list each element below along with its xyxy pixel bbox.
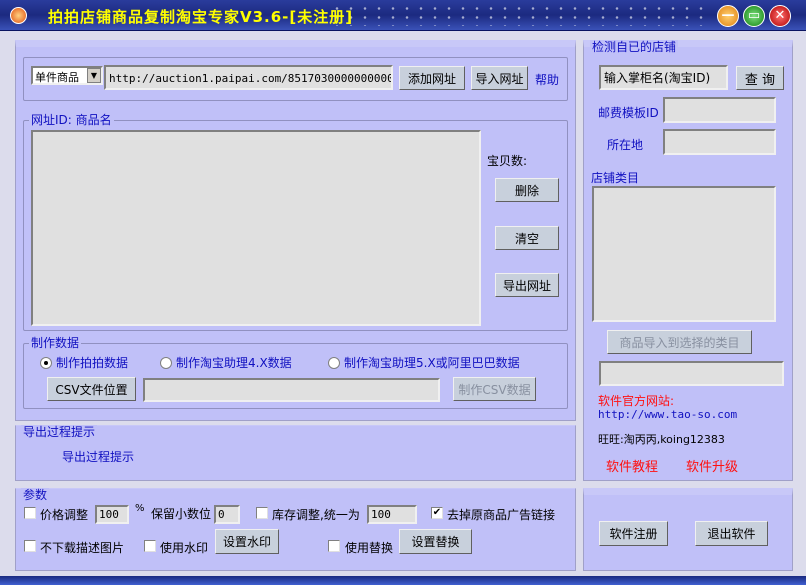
location-label: 所在地 (607, 138, 644, 152)
official-site-label: 软件官方网站: (598, 394, 675, 408)
use-watermark-label: 使用水印 (160, 541, 209, 555)
percent-label: % (135, 503, 145, 514)
status-input[interactable] (599, 361, 784, 386)
upgrade-link[interactable]: 软件升级 (686, 456, 738, 475)
url-list-label: 网址ID: 商品名 (29, 113, 114, 127)
set-watermark-button[interactable]: 设置水印 (215, 529, 279, 554)
radio-paipai[interactable]: 制作拍拍数据 (40, 354, 128, 371)
minimize-button[interactable]: — (717, 5, 739, 27)
delete-button[interactable]: 删除 (495, 178, 559, 202)
category-listbox[interactable] (592, 186, 776, 322)
export-progress-text: 导出过程提示 (62, 450, 135, 464)
no-download-images-label: 不下载描述图片 (40, 541, 125, 555)
wangwang-contact: 旺旺:淘丙丙,koing12383 (598, 433, 725, 446)
close-button[interactable]: ✕ (769, 5, 791, 27)
category-label: 店铺类目 (591, 171, 640, 185)
decimals-label: 保留小数位 (151, 507, 212, 521)
help-link[interactable]: 帮助 (535, 71, 559, 88)
app-icon (10, 7, 27, 24)
status-bar (0, 576, 806, 585)
clear-button[interactable]: 清空 (495, 226, 559, 250)
mode-select[interactable]: 单件商品 ▼ (31, 66, 103, 85)
postage-input[interactable] (663, 97, 776, 123)
use-replace-checkbox[interactable] (328, 540, 340, 552)
csv-path-input[interactable] (143, 378, 440, 402)
window-title: 拍拍店铺商品复制淘宝专家V3.6-[未注册] (48, 8, 354, 26)
no-download-images-checkbox[interactable] (24, 540, 36, 552)
register-button[interactable]: 软件注册 (599, 521, 668, 546)
query-button[interactable]: 查 询 (736, 66, 784, 90)
csv-location-button[interactable]: CSV文件位置 (47, 377, 136, 401)
title-bar: 拍拍店铺商品复制淘宝专家V3.6-[未注册] — ▭ ✕ (0, 0, 806, 31)
tutorial-link[interactable]: 软件教程 (606, 456, 658, 475)
price-adjust-checkbox[interactable] (24, 507, 36, 519)
import-url-button[interactable]: 导入网址 (471, 66, 528, 90)
chevron-down-icon[interactable]: ▼ (87, 68, 101, 83)
make-csv-button[interactable]: 制作CSV数据 (453, 377, 536, 401)
params-panel (15, 488, 576, 571)
params-label: 参数 (21, 488, 50, 502)
radio-taobao4[interactable]: 制作淘宝助理4.X数据 (160, 354, 292, 371)
stock-adjust-input[interactable]: 100 (367, 505, 417, 524)
make-data-label: 制作数据 (29, 336, 82, 350)
official-site-link[interactable]: http://www.tao-so.com (598, 408, 737, 421)
export-url-button[interactable]: 导出网址 (495, 273, 559, 297)
use-watermark-checkbox[interactable] (144, 540, 156, 552)
stock-adjust-checkbox[interactable] (256, 507, 268, 519)
decimals-input[interactable]: 0 (214, 505, 240, 524)
url-listbox[interactable] (31, 130, 481, 326)
maximize-button[interactable]: ▭ (743, 5, 765, 27)
shop-name-input[interactable]: 输入掌柜名(淘宝ID) (599, 65, 728, 90)
radio-taobao5[interactable]: 制作淘宝助理5.X或阿里巴巴数据 (328, 354, 520, 371)
postage-label: 邮费模板ID (598, 106, 659, 120)
location-input[interactable] (663, 129, 776, 155)
stock-adjust-label: 库存调整,统一为 (272, 508, 360, 522)
shop-check-label: 检测自已的店铺 (590, 40, 679, 54)
price-adjust-input[interactable]: 100 (95, 505, 129, 524)
export-progress-label: 导出过程提示 (21, 425, 98, 439)
item-count-label: 宝贝数: (487, 154, 528, 168)
use-replace-label: 使用替换 (345, 541, 394, 555)
set-replace-button[interactable]: 设置替换 (399, 529, 472, 554)
add-url-button[interactable]: 添加网址 (399, 66, 465, 90)
price-adjust-label: 价格调整 (40, 508, 89, 522)
url-input[interactable]: http://auction1.paipai.com/8517030000000… (104, 65, 393, 90)
import-to-category-button[interactable]: 商品导入到选择的类目 (607, 330, 752, 354)
exit-button[interactable]: 退出软件 (695, 521, 768, 546)
remove-ad-links-checkbox[interactable]: ✔ (431, 507, 443, 519)
remove-ad-links-label: 去掉原商品广告链接 (447, 508, 556, 522)
